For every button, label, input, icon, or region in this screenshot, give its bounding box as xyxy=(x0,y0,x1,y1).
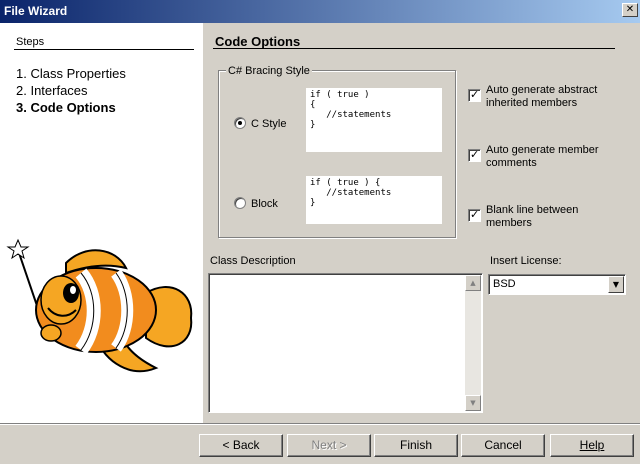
steps-divider xyxy=(14,49,194,50)
steps-heading: Steps xyxy=(16,36,45,48)
license-value: BSD xyxy=(493,278,516,290)
block-label: Block xyxy=(251,198,278,210)
window-title: File Wizard xyxy=(4,4,68,18)
bracing-style-title: C# Bracing Style xyxy=(226,65,312,77)
class-description-label: Class Description xyxy=(210,255,296,267)
c-style-radio[interactable] xyxy=(234,117,246,129)
scroll-down-icon[interactable]: ▼ xyxy=(465,395,481,411)
clownfish-mascot xyxy=(6,238,193,373)
step-class-properties: 1. Class Properties xyxy=(16,66,126,81)
abstract-members-checkbox[interactable]: ✓ xyxy=(468,88,481,102)
abstract-members-label: Auto generate abstract inherited members xyxy=(486,84,598,109)
member-comments-checkbox[interactable]: ✓ xyxy=(468,148,481,162)
next-button[interactable]: Next > xyxy=(287,434,371,457)
finish-button[interactable]: Finish xyxy=(374,434,458,457)
checkmark-icon: ✓ xyxy=(470,208,480,221)
section-title: Code Options xyxy=(215,34,301,49)
checkmark-icon: ✓ xyxy=(470,88,480,101)
scroll-up-icon[interactable]: ▲ xyxy=(465,275,481,291)
cancel-button[interactable]: Cancel xyxy=(461,434,545,457)
help-button[interactable]: Help xyxy=(550,434,634,457)
steps-pane: Steps 1. Class Properties 2. Interfaces … xyxy=(0,23,203,423)
block-radio[interactable] xyxy=(234,197,246,209)
checkmark-icon: ✓ xyxy=(470,148,480,161)
step-code-options: 3. Code Options xyxy=(16,100,116,115)
license-label: Insert License: xyxy=(490,255,562,267)
close-icon: ✕ xyxy=(625,4,635,15)
close-button[interactable]: ✕ xyxy=(622,3,638,17)
c-style-code-preview: if ( true ) { //statements } xyxy=(306,88,442,152)
title-bar: File Wizard ✕ xyxy=(0,0,640,23)
footer-divider-highlight xyxy=(0,424,640,425)
blank-line-label: Blank line between members xyxy=(486,204,579,229)
description-scrollbar[interactable]: ▲ ▼ xyxy=(465,275,481,411)
member-comments-label: Auto generate member comments xyxy=(486,144,599,169)
step-interfaces: 2. Interfaces xyxy=(16,83,88,98)
block-code-preview: if ( true ) { //statements } xyxy=(306,176,442,224)
license-select[interactable]: BSD ▼ xyxy=(488,274,626,295)
back-button[interactable]: < Back xyxy=(199,434,283,457)
chevron-down-icon[interactable]: ▼ xyxy=(608,276,624,293)
c-style-label: C Style xyxy=(251,118,287,130)
section-divider xyxy=(213,48,615,49)
blank-line-checkbox[interactable]: ✓ xyxy=(468,208,481,222)
radio-selected-dot xyxy=(238,121,242,125)
class-description-textarea[interactable]: ▲ ▼ xyxy=(208,273,483,413)
